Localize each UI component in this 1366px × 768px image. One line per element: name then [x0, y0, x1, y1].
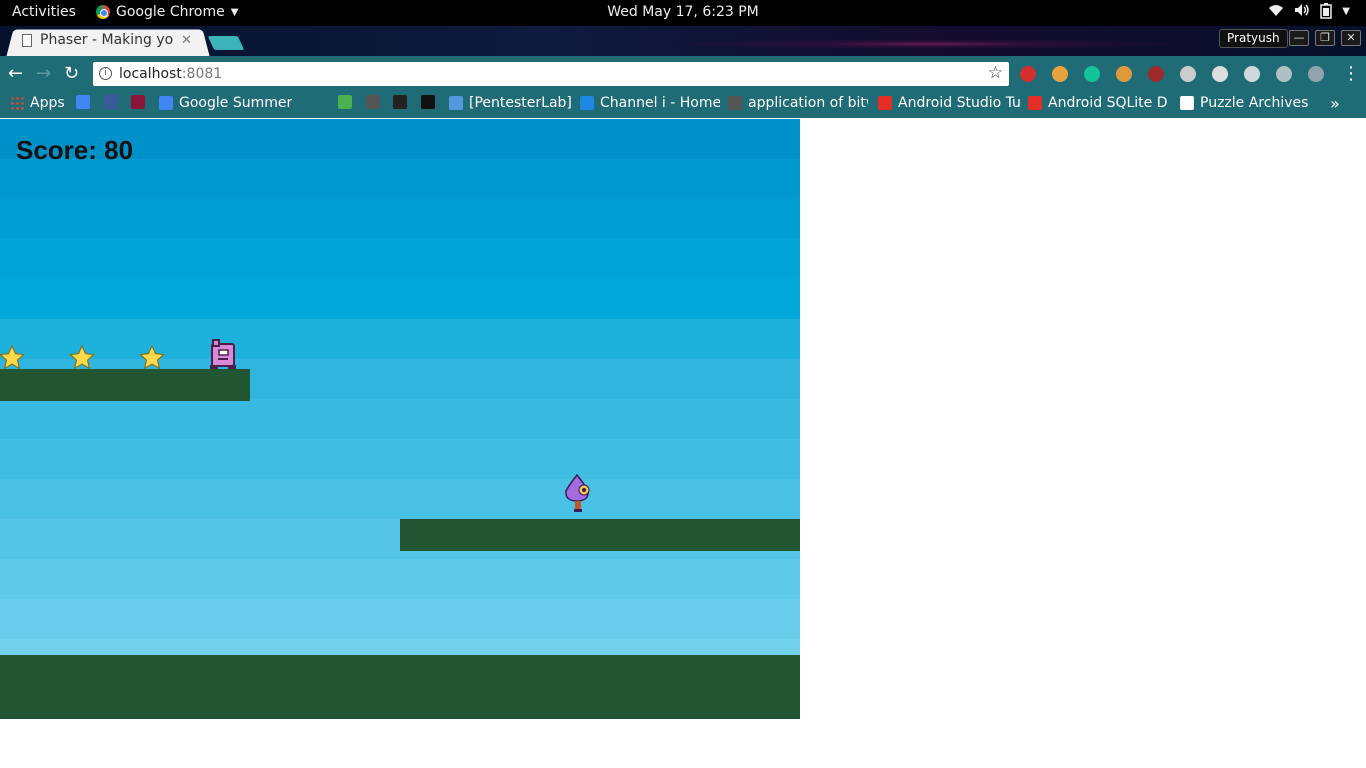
bookmark-label: Android SQLite D: [1048, 95, 1168, 111]
ledge-right: [400, 519, 800, 551]
volume-icon: [1294, 3, 1310, 23]
bookmark-item[interactable]: Apps: [10, 95, 65, 111]
bookmark-label: Puzzle Archives -: [1200, 95, 1308, 111]
favicon-icon: [1028, 96, 1042, 110]
bookmark-item[interactable]: Google Summer: [159, 95, 292, 111]
app-name: Google Chrome: [116, 4, 225, 20]
favicon-icon: [449, 96, 463, 110]
maximize-button[interactable]: ❐: [1315, 30, 1335, 46]
favicon-icon: [104, 95, 118, 109]
bookmark-item[interactable]: application of bitw: [728, 95, 868, 111]
favicon-icon: [1180, 96, 1194, 110]
favicon-icon: [76, 95, 90, 109]
address-bar[interactable]: i localhost:8081 ☆: [93, 62, 1009, 86]
bookmark-item[interactable]: Puzzle Archives -: [1180, 95, 1308, 111]
bookmark-item[interactable]: [393, 95, 407, 109]
pin-icon[interactable]: [1308, 66, 1324, 82]
url-text[interactable]: localhost:8081: [119, 66, 222, 82]
bookmark-label: Apps: [30, 95, 65, 111]
forward-icon[interactable]: →: [36, 64, 51, 84]
tab-content: Phaser - Making yo ✕: [22, 32, 200, 48]
bookmark-star-icon[interactable]: ☆: [988, 63, 1003, 83]
bookmark-label: application of bitw: [748, 95, 868, 111]
browser-toolbar: ← → ↻ i localhost:8081 ☆ ⋮: [0, 56, 1366, 92]
ledge-left: [0, 369, 250, 401]
favicon-icon: [338, 95, 352, 109]
close-window-button[interactable]: ✕: [1341, 30, 1361, 46]
grammarly-icon[interactable]: [1084, 66, 1100, 82]
bookmarks-bar: » Apps Google Summer [PentesterLab] Channel…: [0, 92, 1366, 118]
new-tab-button[interactable]: [207, 36, 245, 50]
game-canvas[interactable]: Score: 80: [0, 119, 800, 719]
adblock-plus-icon[interactable]: [1020, 66, 1036, 82]
favicon-icon: [878, 96, 892, 110]
favicon-icon: [131, 95, 145, 109]
pocket-icon[interactable]: [1244, 66, 1260, 82]
favicon-icon: [421, 95, 435, 109]
bookmark-item[interactable]: [421, 95, 435, 109]
chevron-down-icon: ▼: [230, 6, 239, 18]
minimize-button[interactable]: —: [1289, 30, 1309, 46]
page-icon[interactable]: [1212, 66, 1228, 82]
favicon-icon: [728, 96, 742, 110]
ground: [0, 655, 800, 719]
bookmark-item[interactable]: Channel i - Home: [580, 95, 720, 111]
bowl-icon[interactable]: [1052, 66, 1068, 82]
bookmark-label: Channel i - Home: [600, 95, 720, 111]
bookmark-item[interactable]: [308, 95, 322, 109]
score-text: Score: 80: [16, 135, 134, 165]
bookmark-item[interactable]: Android Studio Tu: [878, 95, 1020, 111]
enemy-sprite: [565, 473, 590, 512]
tab-title: Phaser - Making yo: [40, 32, 173, 48]
activities-button[interactable]: Activities: [12, 4, 76, 20]
chevron-down-icon: ▼: [1342, 6, 1350, 17]
star-icon: [139, 345, 165, 370]
bookmark-label: [PentesterLab]: [469, 95, 571, 111]
favicon-icon: [393, 95, 407, 109]
bookmark-item[interactable]: [PentesterLab]: [449, 95, 571, 111]
info-icon[interactable]: i: [99, 67, 112, 80]
close-icon[interactable]: ✕: [181, 33, 192, 48]
wifi-icon: [1268, 3, 1284, 23]
off-badge-icon[interactable]: [1276, 66, 1292, 82]
bookmark-item[interactable]: Android SQLite D: [1028, 95, 1168, 111]
circle-icon[interactable]: [1180, 66, 1196, 82]
system-top-bar: Activities Google Chrome ▼ Wed May 17, 6…: [0, 0, 1366, 26]
profile-button[interactable]: Pratyush: [1219, 29, 1288, 48]
cookie-icon[interactable]: [1116, 66, 1132, 82]
bookmark-item[interactable]: [366, 95, 380, 109]
bookmark-item[interactable]: [131, 95, 145, 109]
favicon-icon: [308, 95, 322, 109]
favicon-icon: [366, 95, 380, 109]
player-sprite: [210, 339, 236, 369]
extensions-area: [1020, 66, 1324, 82]
tab-strip: Phaser - Making yo ✕ Pratyush — ❐ ✕: [0, 26, 1366, 57]
record-icon[interactable]: [1148, 66, 1164, 82]
menu-icon[interactable]: ⋮: [1342, 63, 1360, 84]
apps-grid-icon: [10, 96, 24, 110]
favicon-icon: [580, 96, 594, 110]
status-menu[interactable]: ▼: [1268, 3, 1350, 23]
bookmark-item[interactable]: [76, 95, 90, 109]
chrome-icon: [96, 5, 110, 19]
app-menu[interactable]: Google Chrome ▼: [96, 4, 238, 20]
star-icon: [69, 345, 95, 370]
bookmark-item[interactable]: [338, 95, 352, 109]
reload-icon[interactable]: ↻: [64, 64, 79, 84]
page-icon: [22, 33, 32, 47]
favicon-icon: [159, 96, 173, 110]
chevron-more-icon[interactable]: »: [1330, 94, 1340, 113]
bookmark-item[interactable]: [104, 95, 118, 109]
star-icon: [0, 345, 25, 370]
battery-icon: [1320, 3, 1333, 23]
back-icon[interactable]: ←: [8, 64, 23, 84]
bookmark-label: Android Studio Tu: [898, 95, 1020, 111]
bookmark-label: Google Summer: [179, 95, 293, 111]
